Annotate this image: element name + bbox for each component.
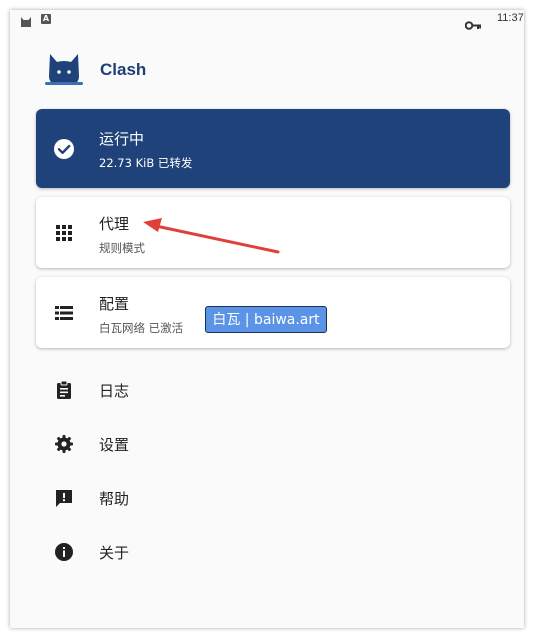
- clipboard-icon: [54, 380, 74, 400]
- status-bar: A 11:37: [10, 10, 524, 30]
- menu-item-label: 帮助: [99, 490, 130, 508]
- status-card-title: 运行中: [99, 130, 145, 148]
- gear-icon: [54, 434, 74, 454]
- status-card-subtitle: 22.73 KiB 已转发: [99, 156, 193, 170]
- info-icon: [54, 542, 74, 562]
- clash-cat-icon: [20, 13, 32, 32]
- status-card[interactable]: 运行中 22.73 KiB 已转发: [36, 109, 510, 188]
- proxy-card-title: 代理: [99, 215, 130, 233]
- check-circle-icon: [52, 137, 76, 161]
- vpn-key-icon: [464, 15, 481, 34]
- menu-item-label: 日志: [99, 382, 130, 400]
- proxy-card[interactable]: 代理 规则模式: [36, 197, 510, 268]
- watermark-label: 白瓦 | baiwa.art: [205, 306, 327, 333]
- menu-item-label: 关于: [99, 544, 130, 562]
- list-icon: [52, 301, 76, 325]
- a-notification-icon: A: [41, 14, 51, 24]
- config-card-subtitle: 白瓦网络 已激活: [99, 321, 184, 335]
- menu-item-help[interactable]: 帮助: [36, 478, 510, 518]
- config-card-title: 配置: [99, 295, 130, 313]
- menu-item-label: 设置: [99, 436, 130, 454]
- menu-item-logs[interactable]: 日志: [36, 370, 510, 410]
- menu-item-settings[interactable]: 设置: [36, 424, 510, 464]
- status-time: 11:37: [497, 12, 524, 24]
- grid-icon: [52, 221, 76, 245]
- clash-logo-icon: [44, 50, 84, 92]
- menu-item-about[interactable]: 关于: [36, 532, 510, 572]
- app-screen: A 11:37 Clash 运行中 22.73 KiB 已转发 代理 规则模式 …: [10, 10, 524, 628]
- feedback-icon: [54, 488, 74, 508]
- proxy-card-subtitle: 规则模式: [99, 241, 145, 255]
- app-title: Clash: [100, 60, 147, 79]
